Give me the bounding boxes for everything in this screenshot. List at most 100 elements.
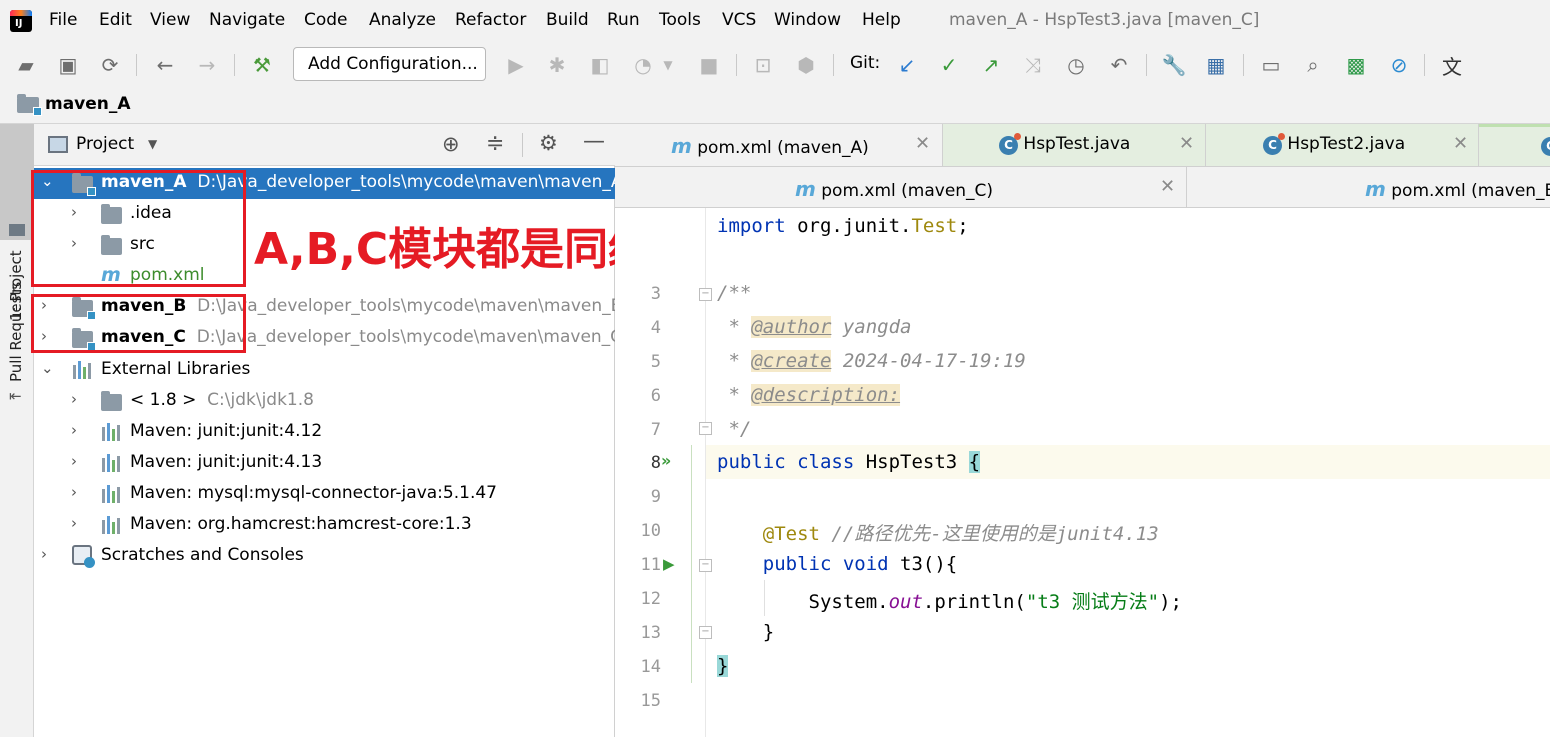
- menu-help[interactable]: Help: [862, 10, 901, 30]
- code-line-11: public void t3(){: [762, 553, 958, 575]
- stop-icon[interactable]: ■: [694, 50, 724, 80]
- translate-icon[interactable]: 文: [1437, 50, 1467, 80]
- history-clock-icon[interactable]: ◷: [1061, 50, 1091, 80]
- git-commit-icon[interactable]: ✓: [934, 50, 964, 80]
- tab-label: HspTest.java: [1023, 134, 1131, 154]
- power-save-icon[interactable]: ⊘: [1384, 50, 1414, 80]
- close-icon[interactable]: ✕: [915, 133, 930, 154]
- menu-edit[interactable]: Edit: [99, 10, 132, 30]
- terminal-icon[interactable]: ▭: [1256, 50, 1286, 80]
- chevron-right-icon[interactable]: ›: [71, 421, 77, 439]
- project-tool-tab[interactable]: [0, 124, 34, 240]
- close-icon[interactable]: ✕: [1453, 133, 1468, 154]
- tab-pom-maven-a[interactable]: m pom.xml (maven_A) ✕: [615, 124, 943, 166]
- menu-code[interactable]: Code: [304, 10, 348, 30]
- tree-item-path: D:\Java_developer_tools\mycode\maven\mav…: [197, 296, 623, 316]
- build-hammer-icon[interactable]: ⚒: [247, 50, 277, 80]
- chevron-down-icon[interactable]: ▼: [148, 137, 157, 151]
- chevron-right-icon[interactable]: ›: [71, 514, 77, 532]
- search-icon[interactable]: ⌕: [1298, 50, 1328, 80]
- run-icon[interactable]: ▶: [501, 50, 531, 80]
- fold-marker-icon[interactable]: −: [699, 422, 712, 435]
- indent-guide: [764, 580, 765, 616]
- menu-file[interactable]: File: [49, 10, 77, 30]
- code-editor[interactable]: 3 4 5 6 7 8 9 10 11 12 13 14 15 » ▶ − − …: [615, 208, 1550, 737]
- coverage-icon[interactable]: ◧: [585, 50, 615, 80]
- locate-crosshair-icon[interactable]: ⊕: [442, 132, 460, 156]
- tree-item-scratches[interactable]: › Scratches and Consoles: [34, 541, 615, 572]
- close-icon[interactable]: ✕: [1179, 133, 1194, 154]
- tab-hsptest2[interactable]: C HspTest2.java ✕: [1206, 124, 1479, 166]
- collapse-all-icon[interactable]: ≑: [486, 131, 504, 156]
- debug-icon[interactable]: ✱: [542, 50, 572, 80]
- git-update-icon[interactable]: ↙: [892, 50, 922, 80]
- line-number: 15: [640, 691, 661, 711]
- toolbar-separator: [1243, 54, 1244, 76]
- chevron-down-icon[interactable]: ⌄: [41, 359, 54, 377]
- run-class-gutter-icon[interactable]: »: [661, 451, 671, 470]
- chevron-right-icon[interactable]: ›: [41, 545, 47, 563]
- save-icon[interactable]: ▣: [53, 50, 83, 80]
- menu-run[interactable]: Run: [607, 10, 640, 30]
- minimize-icon[interactable]: —: [583, 129, 605, 154]
- project-structure-icon[interactable]: ▦: [1201, 50, 1231, 80]
- run-method-gutter-icon[interactable]: ▶: [663, 555, 675, 573]
- menu-tools[interactable]: Tools: [659, 10, 701, 30]
- git-merge-icon[interactable]: ⤨: [1018, 50, 1048, 80]
- forward-arrow-icon[interactable]: →: [192, 50, 222, 80]
- library-icon: [72, 361, 94, 379]
- library-icon: [101, 454, 123, 472]
- menu-view[interactable]: View: [150, 10, 190, 30]
- header-separator: [522, 133, 523, 157]
- chevron-right-icon[interactable]: ›: [71, 452, 77, 470]
- menu-vcs[interactable]: VCS: [722, 10, 756, 30]
- chevron-right-icon[interactable]: ›: [71, 390, 77, 408]
- services-icon[interactable]: ⬢: [791, 50, 821, 80]
- close-icon[interactable]: ✕: [1160, 176, 1175, 197]
- tree-item-mysql[interactable]: › Maven: mysql:mysql-connector-java:5.1.…: [34, 479, 615, 510]
- window-title: maven_A - HspTest3.java [maven_C]: [949, 10, 1260, 30]
- attach-debugger-icon[interactable]: ⊡: [748, 50, 778, 80]
- add-configuration-button[interactable]: Add Configuration...: [293, 47, 486, 81]
- profile-icon[interactable]: ◔: [628, 50, 658, 80]
- tab-pom-maven-b[interactable]: m pom.xml (maven_B: [1187, 167, 1550, 207]
- code-line-3: /**: [717, 282, 752, 304]
- tree-item-junit-413[interactable]: › Maven: junit:junit:4.13: [34, 448, 615, 479]
- fold-marker-icon[interactable]: −: [699, 288, 712, 301]
- git-push-icon[interactable]: ↗: [976, 50, 1006, 80]
- activity-monitor-icon[interactable]: ▩: [1341, 50, 1371, 80]
- project-view-title[interactable]: Project: [76, 134, 134, 154]
- chevron-down-icon[interactable]: ▼: [658, 50, 678, 80]
- settings-wrench-icon[interactable]: 🔧: [1159, 50, 1189, 80]
- line-number: 6: [650, 386, 661, 406]
- pull-requests-tab[interactable]: Pull Requests: [7, 282, 25, 382]
- project-panel-header: Project ▼ ⊕ ≑ ⚙ —: [34, 124, 615, 166]
- code-line-14: }: [717, 655, 729, 677]
- tree-item-label: Maven: junit:junit:4.13: [130, 452, 323, 472]
- tab-hsptest3-active[interactable]: C: [1479, 124, 1550, 166]
- tree-item-jdk[interactable]: › < 1.8 > C:\jdk\jdk1.8: [34, 386, 615, 417]
- sync-icon[interactable]: ⟳: [95, 50, 125, 80]
- fold-marker-icon[interactable]: −: [699, 626, 712, 639]
- gear-icon[interactable]: ⚙: [539, 131, 558, 155]
- tab-pom-maven-c[interactable]: m pom.xml (maven_C) ✕: [615, 167, 1187, 207]
- menu-build[interactable]: Build: [546, 10, 589, 30]
- back-arrow-icon[interactable]: ←: [150, 50, 180, 80]
- line-number: 13: [640, 623, 661, 643]
- tree-item-hamcrest[interactable]: › Maven: org.hamcrest:hamcrest-core:1.3: [34, 510, 615, 541]
- code-line-import: import org.junit.Test;: [717, 215, 969, 237]
- menu-refactor[interactable]: Refactor: [455, 10, 526, 30]
- open-folder-icon[interactable]: ▰: [11, 50, 41, 80]
- chevron-right-icon[interactable]: ›: [71, 483, 77, 501]
- java-class-icon: C: [1541, 137, 1550, 156]
- code-line-12: System.out.println("t3 测试方法");: [808, 591, 1182, 613]
- tree-item-external-libraries[interactable]: ⌄ External Libraries: [34, 355, 615, 386]
- rollback-icon[interactable]: ↶: [1104, 50, 1134, 80]
- tab-hsptest[interactable]: C HspTest.java ✕: [943, 124, 1206, 166]
- tree-item-junit-412[interactable]: › Maven: junit:junit:4.12: [34, 417, 615, 448]
- menu-analyze[interactable]: Analyze: [369, 10, 436, 30]
- menu-window[interactable]: Window: [774, 10, 841, 30]
- breadcrumb-project[interactable]: maven_A: [45, 94, 131, 114]
- menu-navigate[interactable]: Navigate: [209, 10, 285, 30]
- fold-marker-icon[interactable]: −: [699, 559, 712, 572]
